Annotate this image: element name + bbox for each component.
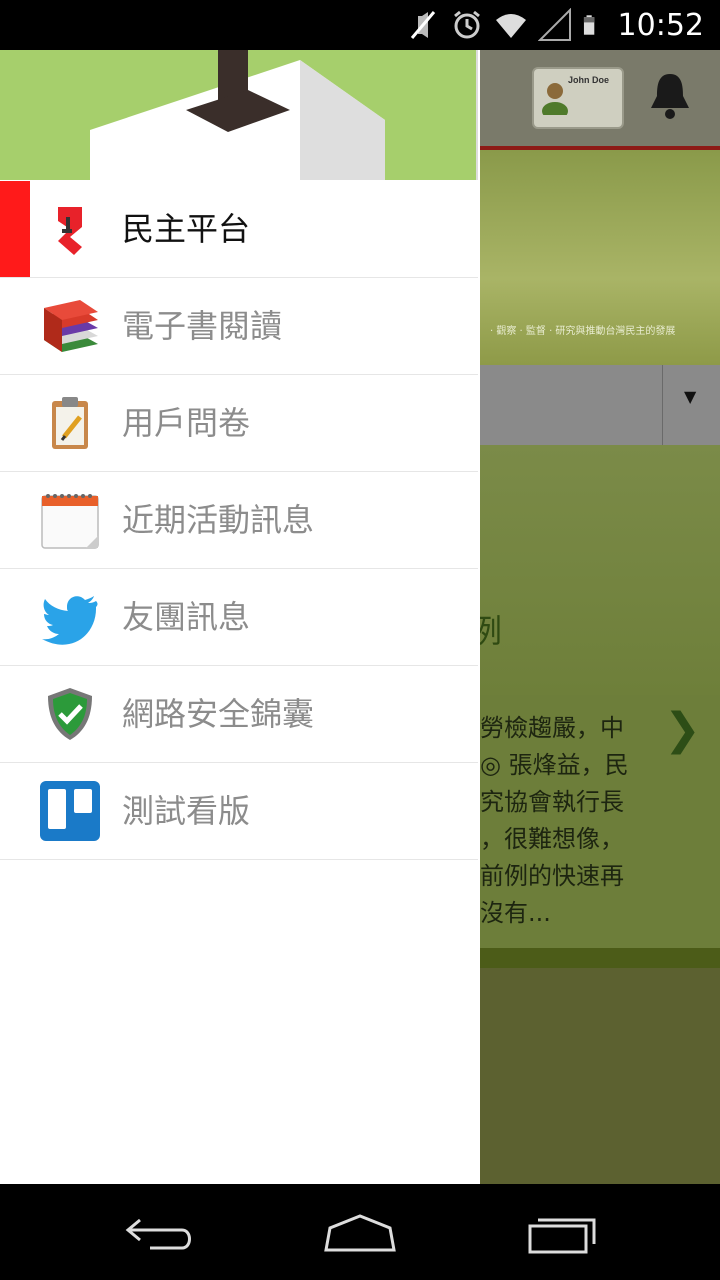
- security-shield-icon: [48, 688, 92, 740]
- article-line: ◎ 張烽益，民: [480, 751, 629, 779]
- clipboard-icon: [52, 397, 88, 449]
- profile-card-name: John Doe: [568, 75, 610, 85]
- header-edge: [476, 50, 478, 180]
- select-divider: [662, 365, 663, 445]
- wifi-icon: [495, 14, 526, 38]
- menu-item-label: 近期活動訊息: [122, 501, 315, 539]
- status-bar: 10:52: [0, 0, 720, 50]
- menu-item-partner-news[interactable]: 友團訊息: [0, 569, 478, 666]
- menu-item-democracy-platform[interactable]: 民主平台: [0, 181, 478, 278]
- article-excerpt[interactable]: 勞檢趨嚴，中 ◎ 張烽益，民 究協會執行長 ，很難想像， 前例的快速再 沒有..…: [480, 710, 660, 932]
- dropdown-arrow-icon[interactable]: ▼: [684, 387, 696, 406]
- ballot-box-logo-icon: [90, 50, 385, 180]
- democracy-logo-icon: [58, 207, 82, 255]
- menu-item-recent-events[interactable]: 近期活動訊息: [0, 472, 478, 569]
- home-icon[interactable]: [320, 1206, 400, 1258]
- books-icon: [44, 300, 98, 352]
- mute-icon: [410, 11, 435, 39]
- system-navigation-bar: [0, 1184, 720, 1280]
- clock: 10:52: [617, 7, 704, 43]
- article-line: 究協會執行長: [480, 788, 624, 816]
- menu-item-label: 電子書閱讀: [122, 307, 283, 345]
- menu-item-label: 網路安全錦囊: [122, 695, 315, 733]
- drawer-header-image: [0, 50, 478, 180]
- profile-card[interactable]: John Doe: [532, 67, 624, 129]
- recent-apps-icon[interactable]: [522, 1206, 602, 1258]
- signal-icon: [537, 8, 571, 41]
- battery-icon: [583, 15, 594, 35]
- menu-item-label: 用戶問卷: [122, 404, 251, 442]
- avatar-icon: [542, 83, 568, 115]
- drawer-menu: 民主平台 電子書閱讀 用戶問卷 近期活動訊息 友團訊息 網路安全錦囊 測試看版: [0, 181, 478, 860]
- menu-item-cyber-security-tips[interactable]: 網路安全錦囊: [0, 666, 478, 763]
- menu-item-label: 測試看版: [122, 792, 251, 830]
- menu-item-label: 友團訊息: [122, 598, 251, 636]
- article-line: ，很難想像，: [480, 825, 624, 853]
- article-line: 勞檢趨嚴，中: [480, 714, 624, 742]
- bell-icon[interactable]: [648, 70, 692, 122]
- article-line: 沒有...: [480, 899, 551, 927]
- next-article-icon[interactable]: ❯: [664, 704, 701, 755]
- calendar-icon: [41, 494, 99, 549]
- article-line: 前例的快速再: [480, 862, 624, 890]
- menu-item-ebook-reading[interactable]: 電子書閱讀: [0, 278, 478, 375]
- twitter-bird-icon: [42, 596, 98, 645]
- trello-board-icon: [40, 781, 100, 841]
- active-indicator: [0, 181, 30, 277]
- menu-item-user-survey[interactable]: 用戶問卷: [0, 375, 478, 472]
- menu-item-test-board[interactable]: 測試看版: [0, 763, 478, 860]
- navigation-drawer: 民主平台 電子書閱讀 用戶問卷 近期活動訊息 友團訊息 網路安全錦囊 測試看版: [0, 50, 480, 1184]
- back-icon[interactable]: [120, 1206, 200, 1258]
- menu-item-label: 民主平台: [122, 210, 251, 248]
- banner-caption: ‧ 觀察 ‧ 監督 ‧ 研究與推動台灣民主的發展: [490, 326, 676, 337]
- alarm-icon: [453, 10, 480, 39]
